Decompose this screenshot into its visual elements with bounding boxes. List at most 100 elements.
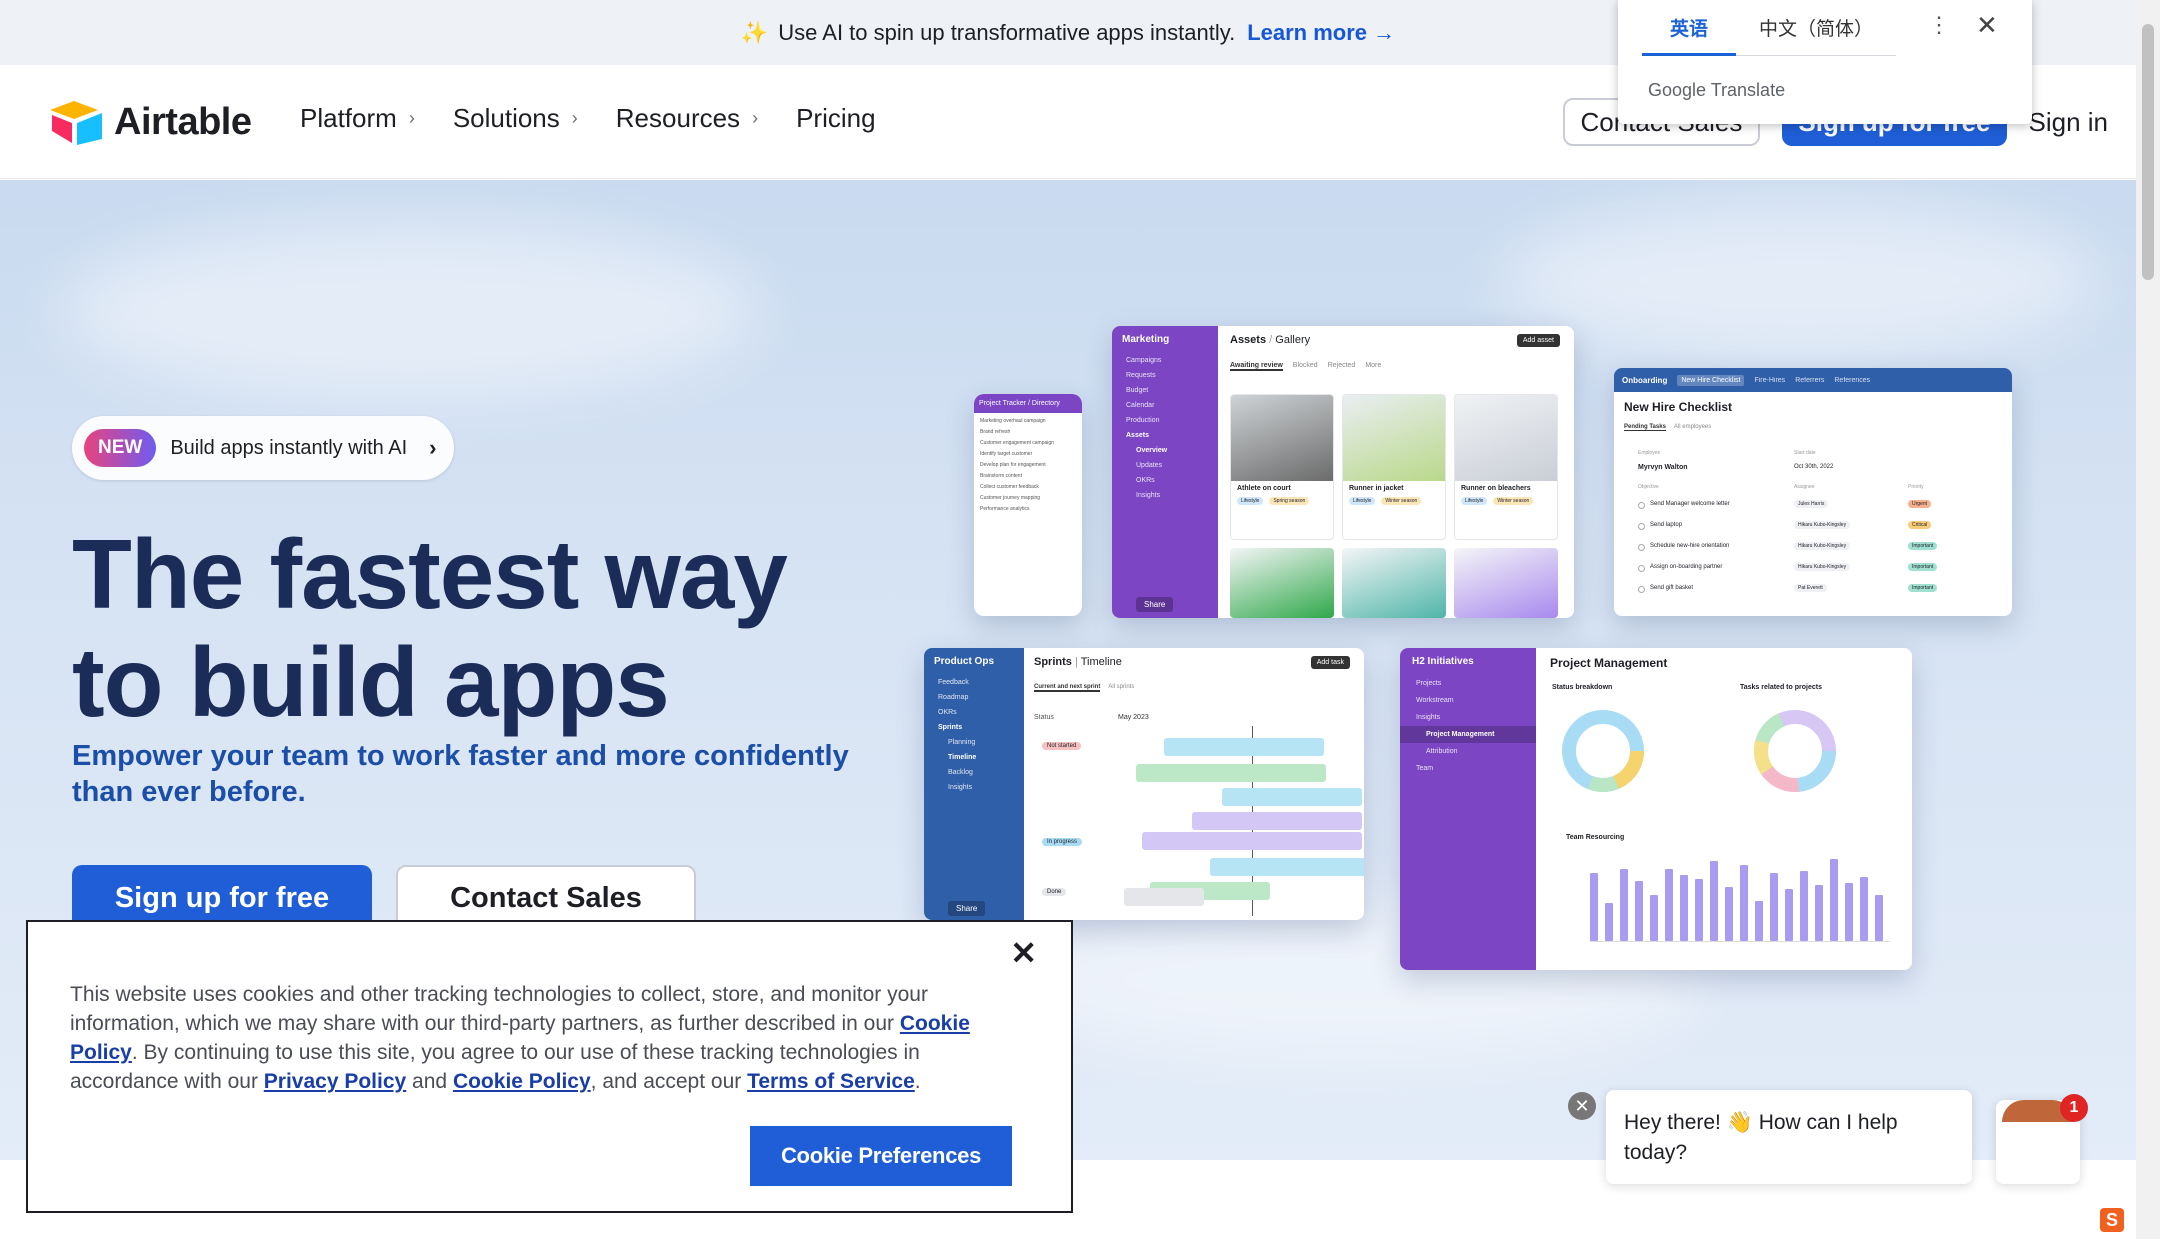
gantt-bar[interactable] [1222,788,1362,806]
task-name: Schedule new-hire orientation [1650,543,1730,549]
sidebar-item[interactable]: Requests [1112,368,1218,383]
sidebar-item[interactable]: Workstream [1400,692,1536,709]
tab-source-language[interactable]: 英语 [1642,14,1736,56]
task-row[interactable]: Send laptop Hikaru Kubo-Kingsley Critical [1638,519,1998,535]
sidebar-item[interactable]: Attribution [1400,743,1536,760]
nav-pricing[interactable]: Pricing [796,103,875,134]
chat-greeting-bubble[interactable]: Hey there! 👋 How can I help today? [1606,1090,1972,1184]
share-button[interactable]: Share [1136,597,1174,612]
task-row[interactable]: Send gift basket Pat Everett Important [1638,582,1998,598]
nav-platform[interactable]: Platform › [300,103,415,134]
gantt-bar[interactable] [1142,832,1362,850]
onboarding-tab[interactable]: New Hire Checklist [1677,374,1745,386]
sidebar-item[interactable]: Updates [1112,458,1218,473]
resourcing-bar [1710,861,1718,941]
task-row[interactable]: Send Manager welcome letter Jules Harris U… [1638,498,1998,514]
sidebar-item[interactable]: Sprints [924,720,1024,735]
sidebar-item[interactable]: Production [1112,413,1218,428]
resourcing-bar [1695,879,1703,941]
sidebar-item[interactable]: Timeline [924,750,1024,765]
share-button[interactable]: Share [948,901,986,916]
add-task-button[interactable]: Add task [1310,656,1350,669]
task-row[interactable]: Schedule new-hire orientation Hikaru Kubo… [1638,540,1998,556]
chevron-right-icon: › [752,108,759,128]
more-options-icon[interactable]: ⋮ [1928,12,1950,38]
chat-close-icon[interactable]: ✕ [1568,1092,1596,1120]
sidebar-item[interactable]: Calendar [1112,398,1218,413]
sidebar-item[interactable]: Budget [1112,383,1218,398]
nav-solutions[interactable]: Solutions › [453,103,578,134]
priority-tag: Important [1908,563,1938,571]
add-asset-button[interactable]: Add asset [1516,334,1560,347]
gantt-bar[interactable] [1210,858,1364,876]
sidebar-item[interactable]: Planning [924,735,1024,750]
sidebar-item[interactable]: Assets [1112,428,1218,443]
sidebar-item[interactable]: Project Management [1400,726,1536,743]
gantt-bar[interactable] [1164,738,1324,756]
checkbox-icon[interactable] [1638,502,1645,509]
sidebar-item[interactable]: Projects [1400,675,1536,692]
onboarding-title: New Hire Checklist [1624,400,1733,414]
sprint-tab[interactable]: All sprints [1108,684,1134,692]
cookie-preferences-button[interactable]: Cookie Preferences [750,1126,1012,1186]
gallery-card[interactable]: Runner in jacket Lifestyle Winter season [1342,394,1446,540]
checkbox-icon[interactable] [1638,523,1645,530]
gallery-tab[interactable]: More [1365,362,1381,371]
gantt-bar[interactable] [1192,812,1362,830]
tracker-row: Brand refresh [980,429,1011,435]
scrollbar-thumb[interactable] [2142,24,2154,280]
cookie-text-part3: and [406,1070,453,1093]
sidebar-item[interactable]: Campaigns [1112,353,1218,368]
onboarding-tab[interactable]: References [1834,377,1870,384]
tracker-title: Project Tracker / Directory [974,394,1082,413]
sidebar-item[interactable]: Feedback [924,675,1024,690]
gantt-bar[interactable] [1124,888,1204,906]
learn-more-link[interactable]: Learn more → [1247,20,1395,46]
sprint-tab[interactable]: Current and next sprint [1034,684,1101,692]
tracker-row: Develop plan for engagement [980,462,1046,468]
cookie-policy-link-2[interactable]: Cookie Policy [453,1070,591,1093]
gallery-card[interactable]: Runner on bleachers Lifestyle Winter seaso… [1454,394,1558,540]
sidebar-item[interactable]: Insights [1400,709,1536,726]
onboarding-tab[interactable]: Fire-Hires [1754,377,1785,384]
close-icon[interactable]: ✕ [1976,10,1998,41]
checkbox-icon[interactable] [1638,565,1645,572]
card-tag: Winter season [1493,497,1534,505]
tracker-row: Customer journey mapping [980,495,1041,501]
task-name: Assign on-boarding partner [1650,564,1723,570]
onboarding-tab[interactable]: Referrers [1795,377,1824,384]
card-image [1231,395,1333,481]
sidebar-item[interactable]: Overview [1112,443,1218,458]
tab-target-language[interactable]: 中文（简体） [1736,14,1896,56]
sidebar-item[interactable]: Backlog [924,765,1024,780]
nav-resources[interactable]: Resources › [616,103,758,134]
sidebar-item[interactable]: OKRs [924,705,1024,720]
sidebar-item[interactable]: Roadmap [924,690,1024,705]
task-row[interactable]: Assign on-boarding partner Hikaru Kubo-Ki… [1638,561,1998,577]
gallery-card[interactable]: Athlete on court Lifestyle Spring season [1230,394,1334,540]
close-icon[interactable]: ✕ [1010,934,1037,972]
page-scrollbar[interactable] [2136,0,2160,1239]
privacy-policy-link[interactable]: Privacy Policy [264,1070,406,1093]
resourcing-bar [1725,887,1733,941]
gallery-tab[interactable]: Awaiting review [1230,362,1283,371]
resourcing-bar [1860,877,1868,941]
sidebar-item[interactable]: Insights [1112,488,1218,503]
new-feature-badge[interactable]: NEW Build apps instantly with AI › [72,416,454,480]
ime-icon[interactable]: S [2100,1208,2124,1232]
checkbox-icon[interactable] [1638,544,1645,551]
gallery-tab[interactable]: Blocked [1293,362,1318,371]
sidebar-item[interactable]: Team [1400,760,1536,777]
sidebar-item[interactable]: Insights [924,780,1024,795]
sign-in-link[interactable]: Sign in [2029,107,2109,138]
onboarding-subtab[interactable]: Pending Tasks [1624,424,1666,431]
terms-of-service-link[interactable]: Terms of Service [747,1070,915,1093]
sidebar-item[interactable]: OKRs [1112,473,1218,488]
gallery-tab[interactable]: Rejected [1328,362,1356,371]
onboarding-subtab[interactable]: All employees [1674,424,1711,431]
checkbox-icon[interactable] [1638,586,1645,593]
status-group-label: In progress [1042,838,1083,846]
column-header: Objective [1638,484,1659,490]
airtable-logo[interactable]: Airtable [50,99,252,145]
gantt-bar[interactable] [1136,764,1326,782]
